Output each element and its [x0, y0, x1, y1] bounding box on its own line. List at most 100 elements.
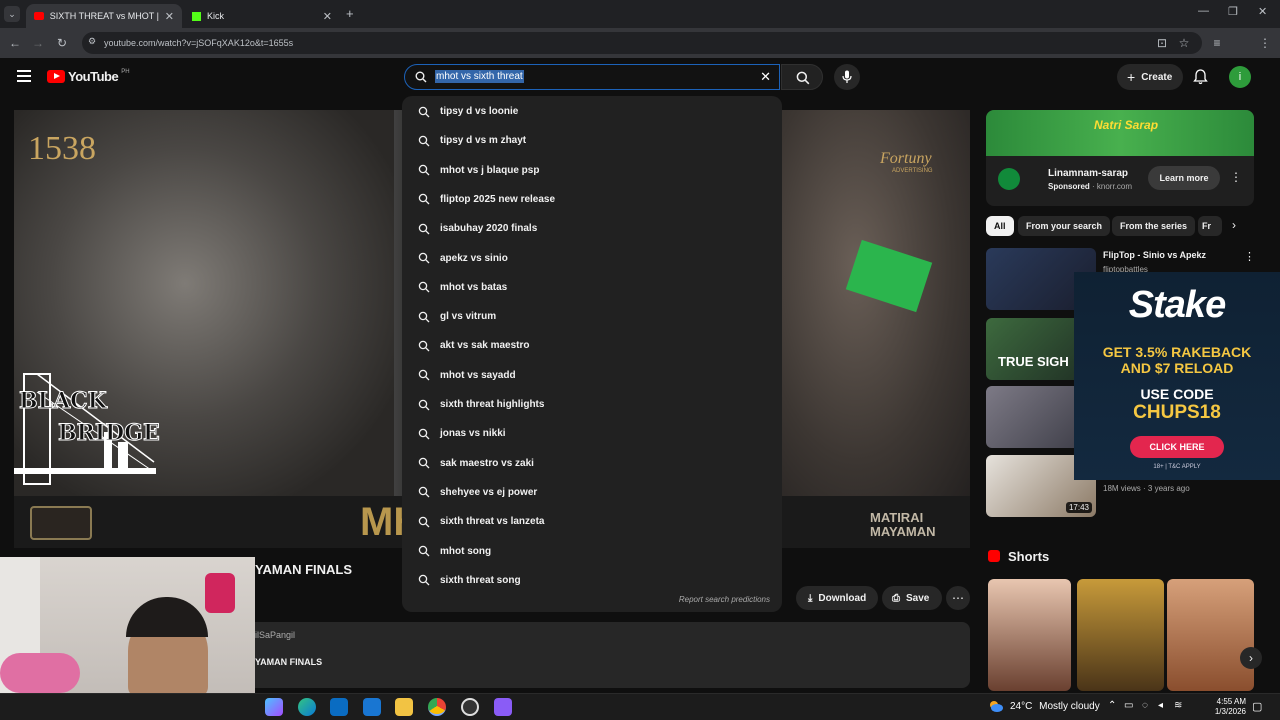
voice-search-button[interactable] — [834, 64, 860, 90]
suggestion-item[interactable]: mhot vs j blaque psp — [402, 156, 782, 185]
ad-menu-icon[interactable]: ⋮ — [1230, 170, 1242, 184]
menu-kebab-icon[interactable]: ⋮ — [1257, 35, 1273, 51]
suggestion-item[interactable]: apekz vs sinio — [402, 244, 782, 273]
search-input[interactable]: mhot vs sixth threat ✕ — [404, 64, 780, 90]
suggestion-item[interactable]: sak maestro vs zaki — [402, 449, 782, 478]
suggestion-item[interactable]: sixth threat highlights — [402, 390, 782, 419]
tab-youtube[interactable]: SIXTH THREAT vs MHOT | MATI ✕ — [26, 4, 182, 28]
short-thumbnail-2[interactable] — [1077, 579, 1164, 691]
suggestion-label: sixth threat highlights — [440, 399, 545, 410]
ad-card[interactable]: Natri Sarap Linamnam-sarap Sponsored · k… — [986, 110, 1254, 206]
volume-icon[interactable]: ◂ — [1158, 700, 1163, 711]
filter-chip-from-search[interactable]: From your search — [1018, 216, 1111, 236]
suggestion-item[interactable]: isabuhay 2020 finals — [402, 214, 782, 243]
reload-icon[interactable]: ↻ — [54, 35, 70, 51]
suggestion-item[interactable]: akt vs sak maestro — [402, 331, 782, 360]
close-window-button[interactable]: ✕ — [1258, 5, 1267, 18]
create-button[interactable]: + Create — [1117, 64, 1183, 90]
suggestion-item[interactable]: jonas vs nikki — [402, 419, 782, 448]
search-icon — [418, 135, 430, 147]
knorr-logo-icon — [998, 168, 1020, 190]
hamburger-menu-icon[interactable] — [17, 70, 31, 82]
suggestion-item[interactable]: fliptop 2025 new release — [402, 185, 782, 214]
save-label: Save — [906, 592, 930, 604]
close-tab-icon[interactable]: ✕ — [323, 10, 332, 23]
outlook-icon[interactable] — [363, 698, 381, 716]
forward-icon[interactable]: → — [30, 35, 46, 51]
stake-overlay-ad[interactable]: Stake GET 3.5% RAKEBACK AND $7 RELOAD US… — [1074, 272, 1280, 480]
shorts-next-button[interactable]: › — [1240, 647, 1262, 669]
stake-cta-button[interactable]: CLICK HERE — [1130, 436, 1224, 458]
ad-title[interactable]: Linamnam-sarap — [1048, 168, 1128, 179]
discord-icon[interactable] — [494, 698, 512, 716]
stake-fine-print: 18+ | T&C APPLY — [1153, 464, 1201, 470]
install-app-icon[interactable]: ⊡ — [1154, 35, 1170, 51]
learn-more-button[interactable]: Learn more — [1148, 166, 1220, 190]
site-info-icon[interactable]: ⚙ — [88, 36, 96, 47]
channel-name[interactable]: ilSaPangil — [255, 630, 295, 640]
suggestion-item[interactable]: gl vs vitrum — [402, 302, 782, 331]
restore-button[interactable]: ❐ — [1228, 5, 1238, 18]
suggestion-label: fliptop 2025 new release — [440, 193, 556, 205]
new-tab-button[interactable]: + — [346, 6, 354, 21]
suggestion-item[interactable]: mhot song — [402, 537, 782, 566]
ad-meta: Sponsored · knorr.com — [1048, 182, 1132, 191]
tab-search-button[interactable]: ⌄ — [4, 6, 20, 22]
report-predictions-link[interactable]: Report search predictions — [679, 595, 770, 604]
download-icon: ⤓ — [808, 592, 813, 604]
back-icon[interactable]: ← — [7, 35, 23, 51]
browser-tab-bar: ⌄ SIXTH THREAT vs MHOT | MATI ✕ Kick ✕ +… — [0, 0, 1280, 28]
short-thumbnail-1[interactable] — [988, 579, 1071, 691]
tab-kick[interactable]: Kick ✕ — [184, 4, 340, 28]
suggestion-item[interactable]: mhot vs batas — [402, 273, 782, 302]
edge-icon[interactable] — [298, 698, 316, 716]
suggestion-item[interactable]: sixth threat song — [402, 566, 782, 595]
download-button[interactable]: ⤓ Download — [796, 586, 878, 610]
notifications-bell-icon[interactable] — [1193, 69, 1208, 85]
suggestion-item[interactable]: sixth threat vs lanzeta — [402, 507, 782, 536]
suggestion-item[interactable]: tipsy d vs m zhayt — [402, 126, 782, 155]
more-actions-button[interactable]: ⋯ — [946, 586, 970, 610]
address-bar[interactable]: ⚙ youtube.com/watch?v=jSOFqXAK12o&t=1655… — [82, 32, 1202, 54]
account-avatar[interactable]: i — [1229, 66, 1251, 88]
wifi-icon[interactable]: ≋ — [1174, 700, 1182, 711]
chrome-icon[interactable] — [428, 698, 446, 716]
file-explorer-icon[interactable] — [395, 698, 413, 716]
ad-banner — [986, 110, 1254, 156]
clock[interactable]: 4:55 AM 1/3/2026 — [1190, 697, 1246, 717]
suggestion-item[interactable]: mhot vs sayadd — [402, 361, 782, 390]
filter-chip-all[interactable]: All — [986, 216, 1014, 236]
suggestion-item[interactable]: shehyee vs ej power — [402, 478, 782, 507]
weather-icon[interactable] — [988, 699, 1004, 713]
clear-search-icon[interactable]: ✕ — [760, 69, 771, 85]
webcam-overlay — [0, 557, 255, 693]
short-thumbnail-3[interactable] — [1167, 579, 1254, 691]
bookmark-star-icon[interactable]: ☆ — [1176, 35, 1192, 51]
search-icon — [418, 164, 430, 176]
download-label: Download — [818, 592, 867, 604]
media-controls-icon[interactable]: ≡ — [1209, 35, 1225, 51]
filter-chip-more[interactable]: Fr — [1198, 216, 1222, 236]
suggestion-item[interactable]: tipsy d vs loonie — [402, 97, 782, 126]
youtube-logo[interactable]: YouTube PH — [47, 69, 130, 84]
weather-text[interactable]: 24°C Mostly cloudy — [1010, 701, 1100, 712]
suggestion-label: akt vs sak maestro — [440, 340, 530, 352]
chevron-up-icon[interactable]: ⌃ — [1108, 700, 1116, 711]
close-tab-icon[interactable]: ✕ — [165, 10, 174, 23]
obs-icon[interactable] — [461, 698, 479, 716]
minimize-button[interactable]: — — [1198, 5, 1209, 17]
chevron-right-icon[interactable]: › — [1232, 218, 1236, 232]
network-icon[interactable]: ◌ — [1142, 700, 1148, 711]
battery-icon[interactable]: ▭ — [1124, 700, 1133, 711]
notification-center-icon[interactable]: ▢ — [1252, 700, 1262, 713]
stake-logo: Stake — [1128, 284, 1226, 326]
search-icon — [418, 487, 430, 498]
store-icon[interactable] — [330, 698, 348, 716]
search-icon — [418, 545, 430, 557]
related-title-1[interactable]: FlipTop - Sinio vs Apekz — [1103, 250, 1206, 260]
related-menu-icon[interactable]: ⋮ — [1244, 250, 1255, 263]
copilot-icon[interactable] — [265, 698, 283, 716]
search-button[interactable] — [781, 64, 823, 90]
save-button[interactable]: ⎙ Save — [882, 586, 942, 610]
filter-chip-from-series[interactable]: From the series — [1112, 216, 1196, 236]
